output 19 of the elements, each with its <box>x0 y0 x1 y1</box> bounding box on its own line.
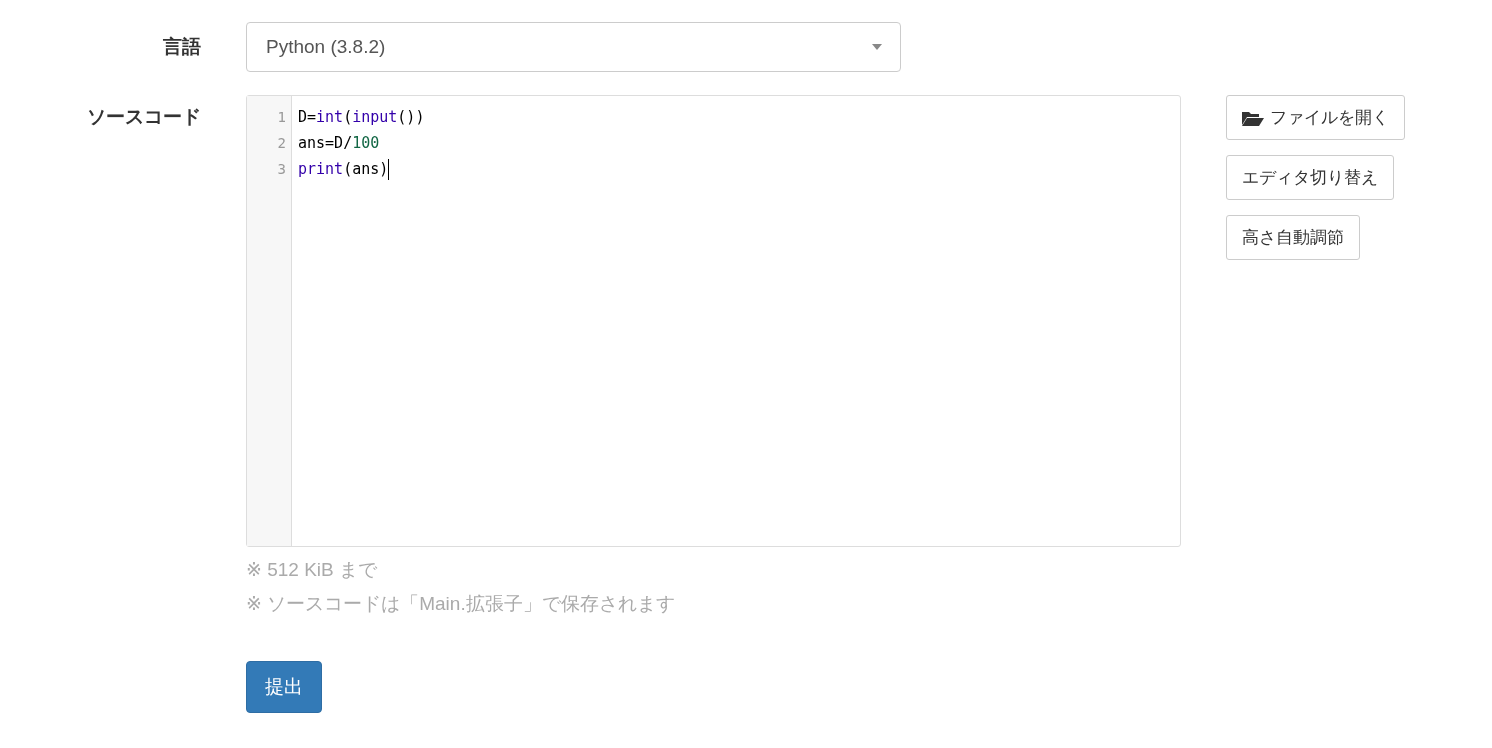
language-select[interactable]: Python (3.8.2) <box>246 22 901 72</box>
submit-button[interactable]: 提出 <box>246 661 322 713</box>
code-editor[interactable]: 1 2 3 D=int(input()) ans=D/100 print(ans) <box>246 95 1181 547</box>
code-line: ans=D/100 <box>298 133 381 154</box>
editor-button[interactable]: エディタ切り替え <box>1226 155 1394 200</box>
line-number: 3 <box>276 160 287 179</box>
help-text: ※ 512 KiB まで <box>246 558 379 582</box>
caret-icon <box>872 44 882 50</box>
line-number: 1 <box>276 108 287 127</box>
line-number: 2 <box>276 134 287 153</box>
text-cursor <box>388 158 390 180</box>
code-line: D=int(input()) <box>298 107 425 128</box>
code-line: print(ans) <box>298 157 391 182</box>
field-label: 言語 <box>162 35 202 59</box>
folder-icon <box>1242 109 1264 126</box>
help-text: ※ ソースコードは「Main.拡張子」で保存されます <box>246 592 676 616</box>
open-file-button[interactable]: ファイルを開く <box>1226 95 1405 140</box>
field-label: ソースコード <box>86 105 202 129</box>
editor-button[interactable]: 高さ自動調節 <box>1226 215 1360 260</box>
